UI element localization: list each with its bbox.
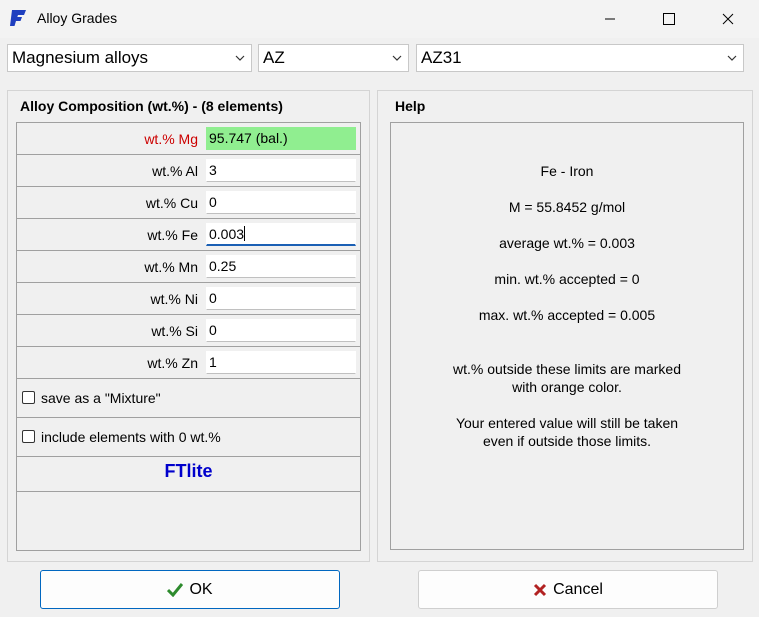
save-mixture-checkbox[interactable] [22, 391, 35, 404]
element-row-zn: wt.% Zn 1 [17, 347, 360, 379]
alloy-grade-select[interactable]: AZ31 [416, 44, 744, 72]
minimize-icon [605, 18, 615, 20]
help-min: min. wt.% accepted = 0 [494, 271, 640, 287]
alloy-grade-value: AZ31 [421, 48, 462, 67]
help-element: Fe - Iron [540, 163, 594, 179]
include-zero-checkbox[interactable] [22, 430, 35, 443]
element-row-si: wt.% Si 0 [17, 315, 360, 347]
help-note-limits-2: with orange color. [512, 379, 622, 395]
element-label: wt.% Fe [147, 227, 198, 243]
brand-row: FTlite [17, 457, 360, 492]
include-zero-row: include elements with 0 wt.% [17, 418, 360, 457]
element-value-text: 0.003 [209, 226, 245, 242]
help-note-limits-1: wt.% outside these limits are marked [453, 361, 681, 377]
composition-panel: wt.% Mg 95.747 (bal.) wt.% Al 3 wt.% Cu … [16, 122, 361, 551]
save-mixture-row: save as a "Mixture" [17, 379, 360, 418]
composition-empty-area [17, 492, 360, 550]
help-average: average wt.% = 0.003 [499, 235, 635, 251]
brand-logo-text: FTlite [164, 461, 213, 481]
element-value-field[interactable]: 1 [206, 351, 356, 374]
element-row-mn: wt.% Mn 0.25 [17, 251, 360, 283]
element-label: wt.% Cu [145, 195, 198, 211]
include-zero-label[interactable]: include elements with 0 wt.% [41, 429, 221, 445]
cancel-label: Cancel [553, 580, 603, 598]
help-title: Help [395, 98, 426, 114]
composition-title: Alloy Composition (wt.%) - (8 elements) [20, 98, 283, 114]
element-label: wt.% Ni [150, 291, 198, 307]
help-note-entered-2: even if outside those limits. [482, 433, 652, 449]
element-value-field[interactable]: 0 [206, 319, 356, 342]
element-row-cu: wt.% Cu 0 [17, 187, 360, 219]
text-cursor [244, 226, 246, 241]
element-row-al: wt.% Al 3 [17, 155, 360, 187]
element-label: wt.% Si [151, 323, 198, 339]
element-value-field[interactable]: 0 [206, 191, 356, 214]
alloy-family-value: Magnesium alloys [12, 48, 149, 67]
cross-icon [534, 583, 547, 596]
chevron-down-icon [392, 55, 402, 61]
element-row-fe: wt.% Fe 0.003 [17, 219, 360, 251]
title-bar: Alloy Grades [0, 0, 759, 38]
chevron-down-icon [235, 55, 245, 61]
element-label: wt.% Zn [147, 355, 198, 371]
alloy-series-select[interactable]: AZ [258, 44, 409, 72]
help-max: max. wt.% accepted = 0.005 [478, 307, 656, 323]
maximize-icon [663, 13, 675, 25]
help-panel: Fe - Iron M = 55.8452 g/mol average wt.%… [390, 122, 744, 550]
element-row-ni: wt.% Ni 0 [17, 283, 360, 315]
check-icon [167, 582, 184, 597]
window-title: Alloy Grades [37, 10, 118, 26]
element-label: wt.% Al [152, 163, 198, 179]
minimize-button[interactable] [584, 0, 636, 38]
chevron-down-icon [727, 55, 737, 61]
element-label: wt.% Mn [144, 259, 198, 275]
element-value-field[interactable]: 3 [206, 159, 356, 182]
element-label: wt.% Mg [144, 131, 198, 147]
save-mixture-label[interactable]: save as a "Mixture" [41, 390, 161, 406]
ok-label: OK [189, 580, 213, 598]
element-value-field[interactable]: 0 [206, 287, 356, 310]
element-value-field[interactable]: 95.747 (bal.) [206, 127, 356, 150]
cancel-button[interactable]: Cancel [418, 570, 718, 609]
alloy-family-select[interactable]: Magnesium alloys [7, 44, 252, 72]
element-row-mg: wt.% Mg 95.747 (bal.) [17, 123, 360, 155]
close-button[interactable] [702, 0, 754, 38]
ok-button[interactable]: OK [40, 570, 340, 609]
alloy-series-value: AZ [263, 48, 285, 67]
element-value-field-focused[interactable]: 0.003 [206, 223, 356, 246]
element-value-field[interactable]: 0.25 [206, 255, 356, 278]
app-icon [10, 10, 26, 26]
close-icon [722, 13, 734, 25]
help-note-entered-1: Your entered value will still be taken [455, 415, 679, 431]
help-molar-mass: M = 55.8452 g/mol [508, 199, 626, 215]
maximize-button[interactable] [643, 0, 695, 38]
